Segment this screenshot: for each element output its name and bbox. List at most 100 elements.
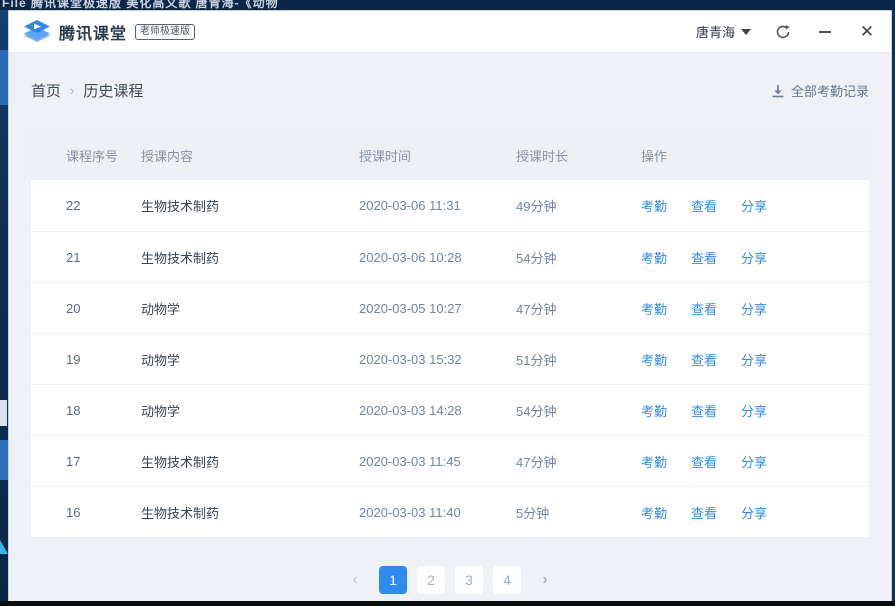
table-row: 16 生物技术制药 2020-03-03 11:40 5分钟 考勤 查看 分享 (31, 486, 869, 537)
background-window-left-edge (0, 10, 8, 601)
view-link[interactable]: 查看 (691, 503, 717, 522)
cell-time: 2020-03-03 11:45 (359, 454, 516, 469)
cell-duration: 47分钟 (516, 452, 641, 471)
edition-badge: 老师极速版 (135, 24, 195, 40)
cell-time: 2020-03-05 10:27 (359, 301, 516, 316)
table-row: 17 生物技术制药 2020-03-03 11:45 47分钟 考勤 查看 分享 (31, 435, 869, 486)
table-row: 20 动物学 2020-03-05 10:27 47分钟 考勤 查看 分享 (31, 282, 869, 333)
cell-actions: 考勤 查看 分享 (641, 401, 869, 420)
app-name: 腾讯课堂 (59, 20, 127, 44)
view-link[interactable]: 查看 (691, 452, 717, 471)
cell-duration: 5分钟 (516, 503, 641, 522)
cell-time: 2020-03-03 15:32 (359, 352, 516, 367)
username: 唐青海 (696, 22, 735, 41)
breadcrumb-home-link[interactable]: 首页 (31, 80, 61, 101)
breadcrumb-current: 历史课程 (83, 80, 143, 101)
cell-actions: 考勤 查看 分享 (641, 248, 869, 267)
cell-time: 2020-03-06 10:28 (359, 250, 516, 265)
background-fragment (0, 540, 8, 554)
cell-actions: 考勤 查看 分享 (641, 299, 869, 318)
minimize-icon (819, 31, 831, 33)
breadcrumb: 首页 › 历史课程 (31, 80, 143, 101)
table-row: 18 动物学 2020-03-03 14:28 54分钟 考勤 查看 分享 (31, 384, 869, 435)
cell-course-no: 16 (31, 505, 141, 520)
background-window-title: File 腾讯课堂极速版 美化高义歌 唐青海-《动物 (2, 0, 279, 10)
cell-course-no: 17 (31, 454, 141, 469)
view-link[interactable]: 查看 (691, 196, 717, 215)
cell-actions: 考勤 查看 分享 (641, 196, 869, 215)
attendance-link[interactable]: 考勤 (641, 248, 667, 267)
attendance-link[interactable]: 考勤 (641, 452, 667, 471)
attendance-link[interactable]: 考勤 (641, 299, 667, 318)
refresh-button[interactable] (773, 22, 793, 42)
history-courses-table: 课程序号 授课内容 授课时间 授课时长 操作 22 生物技术制药 2020-03… (31, 130, 869, 537)
cell-duration: 51分钟 (516, 350, 641, 369)
share-link[interactable]: 分享 (741, 299, 767, 318)
attendance-link[interactable]: 考勤 (641, 350, 667, 369)
cell-content: 生物技术制药 (141, 248, 359, 267)
cell-content: 生物技术制药 (141, 452, 359, 471)
cell-actions: 考勤 查看 分享 (641, 350, 869, 369)
cell-content: 动物学 (141, 401, 359, 420)
cell-content: 动物学 (141, 299, 359, 318)
brand: 腾讯课堂 老师极速版 (23, 19, 195, 45)
share-link[interactable]: 分享 (741, 503, 767, 522)
cell-time: 2020-03-03 11:40 (359, 505, 516, 520)
close-icon: ✕ (860, 23, 874, 40)
cell-content: 动物学 (141, 350, 359, 369)
table-row: 21 生物技术制药 2020-03-06 10:28 54分钟 考勤 查看 分享 (31, 231, 869, 282)
cell-duration: 54分钟 (516, 401, 641, 420)
cell-course-no: 18 (31, 403, 141, 418)
cell-course-no: 22 (31, 198, 141, 213)
cell-content: 生物技术制药 (141, 196, 359, 215)
pagination-page-4[interactable]: 4 (493, 566, 521, 594)
cell-duration: 47分钟 (516, 299, 641, 318)
view-link[interactable]: 查看 (691, 299, 717, 318)
column-header-actions: 操作 (641, 146, 869, 165)
pagination-prev-icon[interactable]: ‹ (341, 566, 369, 594)
background-window-titlebar: File 腾讯课堂极速版 美化高义歌 唐青海-《动物 (0, 0, 895, 10)
share-link[interactable]: 分享 (741, 196, 767, 215)
table-header-row: 课程序号 授课内容 授课时间 授课时长 操作 (31, 130, 869, 180)
cell-course-no: 21 (31, 250, 141, 265)
chevron-down-icon (741, 29, 751, 35)
background-fragment (0, 440, 8, 480)
background-fragment (0, 400, 7, 426)
share-link[interactable]: 分享 (741, 401, 767, 420)
cell-course-no: 19 (31, 352, 141, 367)
minimize-button[interactable] (815, 22, 835, 42)
tencent-classroom-logo-icon (23, 19, 51, 45)
cell-duration: 49分钟 (516, 196, 641, 215)
attendance-link[interactable]: 考勤 (641, 196, 667, 215)
share-link[interactable]: 分享 (741, 452, 767, 471)
column-header-course-no: 课程序号 (31, 146, 141, 165)
pagination-next-icon[interactable]: › (531, 566, 559, 594)
column-header-time: 授课时间 (359, 146, 516, 165)
cell-time: 2020-03-03 14:28 (359, 403, 516, 418)
cell-actions: 考勤 查看 分享 (641, 503, 869, 522)
pagination-page-3[interactable]: 3 (455, 566, 483, 594)
table-row: 19 动物学 2020-03-03 15:32 51分钟 考勤 查看 分享 (31, 333, 869, 384)
app-titlebar: 腾讯课堂 老师极速版 唐青海 ✕ (9, 11, 891, 53)
attendance-link[interactable]: 考勤 (641, 401, 667, 420)
cell-duration: 54分钟 (516, 248, 641, 267)
cell-course-no: 20 (31, 301, 141, 316)
cell-actions: 考勤 查看 分享 (641, 452, 869, 471)
background-fragment (0, 50, 8, 105)
share-link[interactable]: 分享 (741, 248, 767, 267)
column-header-content: 授课内容 (141, 146, 359, 165)
view-link[interactable]: 查看 (691, 350, 717, 369)
pagination-page-1[interactable]: 1 (379, 566, 407, 594)
close-button[interactable]: ✕ (857, 22, 877, 42)
pagination-page-2[interactable]: 2 (417, 566, 445, 594)
table-body: 22 生物技术制药 2020-03-06 11:31 49分钟 考勤 查看 分享… (31, 180, 869, 537)
all-attendance-records-link[interactable]: 全部考勤记录 (771, 81, 869, 100)
user-menu[interactable]: 唐青海 (696, 22, 751, 41)
app-window: 腾讯课堂 老师极速版 唐青海 ✕ 首页 (8, 10, 892, 601)
share-link[interactable]: 分享 (741, 350, 767, 369)
attendance-link[interactable]: 考勤 (641, 503, 667, 522)
view-link[interactable]: 查看 (691, 401, 717, 420)
view-link[interactable]: 查看 (691, 248, 717, 267)
column-header-duration: 授课时长 (516, 146, 641, 165)
cell-time: 2020-03-06 11:31 (359, 198, 516, 213)
